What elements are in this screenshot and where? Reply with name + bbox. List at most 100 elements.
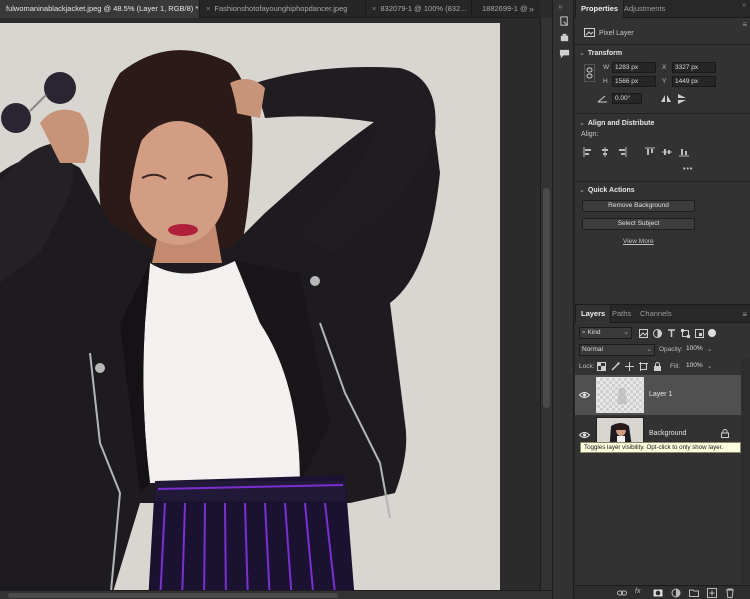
fill-label: Fill:	[670, 363, 681, 370]
angle-icon	[597, 94, 608, 103]
opacity-field[interactable]: 100%	[684, 344, 706, 356]
photo-woman-black-jacket	[0, 23, 500, 599]
lock-image-pixels-icon[interactable]	[611, 362, 620, 371]
tab-overflow-icon[interactable]: »	[529, 0, 534, 18]
layer-name[interactable]: Layer 1	[649, 391, 672, 398]
tab-close-icon[interactable]: ×	[206, 4, 210, 13]
scrollbar-thumb[interactable]	[8, 593, 338, 598]
panel-menu-icon[interactable]: ≡	[742, 310, 747, 319]
document-tab[interactable]: × 832079-1 @ 100% (832...	[366, 0, 472, 18]
flip-horizontal-icon[interactable]	[660, 94, 672, 103]
align-center-horizontal-icon[interactable]	[600, 147, 610, 157]
align-section-header[interactable]: ⌄ Align and Distribute	[579, 119, 654, 127]
pixel-layer-icon	[584, 28, 595, 37]
height-field[interactable]: 1566 px	[612, 76, 656, 87]
width-field[interactable]: 1283 px	[612, 62, 656, 73]
new-group-icon[interactable]	[689, 588, 699, 598]
document-tab[interactable]: 1882699-1 @	[472, 0, 528, 18]
quick-actions-section-header[interactable]: ⌄ Quick Actions	[579, 186, 635, 194]
filter-pixel-icon[interactable]	[638, 328, 648, 338]
filter-adjustment-icon[interactable]	[652, 328, 662, 338]
lock-all-icon[interactable]	[653, 362, 662, 371]
visibility-tooltip: Toggles layer visibility. Opt-click to o…	[580, 442, 741, 453]
lock-artboard-icon[interactable]	[639, 362, 648, 371]
y-field[interactable]: 1449 px	[672, 76, 716, 87]
link-layers-icon[interactable]	[617, 588, 627, 598]
link-proportions-icon[interactable]	[584, 64, 595, 82]
height-label: H	[603, 78, 608, 85]
layer-1-thumbnail	[596, 377, 644, 413]
fx-icon[interactable]: fx	[635, 588, 645, 598]
filter-type-icon[interactable]	[666, 328, 676, 338]
align-left-icon[interactable]	[583, 147, 593, 157]
select-subject-button[interactable]: Select Subject	[582, 218, 695, 230]
panel-menu-icon[interactable]: ≡	[742, 20, 747, 29]
layers-scrollbar[interactable]	[741, 359, 750, 584]
document-tab-bar: fulwomaninablackjacket.jpeg @ 48.5% (Lay…	[0, 0, 540, 18]
align-bottom-icon[interactable]	[679, 147, 689, 157]
layer-filter-select[interactable]: ⌕ Kind ⌄	[579, 327, 632, 339]
transform-section-header[interactable]: ⌄ Transform	[579, 49, 622, 57]
collapse-panels-icon[interactable]: »	[558, 2, 562, 11]
lock-position-icon[interactable]	[625, 362, 634, 371]
opacity-label: Opacity:	[659, 346, 683, 353]
filter-smart-object-icon[interactable]	[694, 328, 704, 338]
eye-visibility-icon[interactable]	[579, 390, 590, 399]
lock-label: Lock:	[579, 363, 595, 370]
properties-panel: Properties Adjustments » ≡ Pixel Layer ⌄…	[575, 0, 750, 304]
lock-transparency-icon[interactable]	[597, 362, 606, 371]
align-center-vertical-icon[interactable]	[662, 147, 672, 157]
filter-kind-value: Kind	[587, 329, 601, 336]
filter-toggle-icon[interactable]	[708, 329, 716, 337]
view-more-link[interactable]: View More	[623, 238, 654, 245]
tab-paths[interactable]: Paths	[607, 305, 636, 323]
layer-name[interactable]: Background	[649, 430, 686, 437]
adjustment-layer-icon[interactable]	[671, 588, 681, 598]
width-label: W	[603, 64, 610, 71]
fill-field[interactable]: 100%	[684, 361, 706, 373]
layer-row-layer-1[interactable]: Layer 1	[575, 375, 741, 415]
tab-adjustments[interactable]: Adjustments	[619, 0, 670, 18]
canvas-vertical-scrollbar[interactable]	[540, 18, 552, 590]
filter-shape-icon[interactable]	[680, 328, 690, 338]
align-top-icon[interactable]	[645, 147, 655, 157]
comments-icon[interactable]	[557, 46, 571, 60]
libraries-icon[interactable]	[557, 30, 571, 44]
tab-label: 832079-1 @ 100% (832...	[380, 4, 467, 13]
chevron-down-icon: ⌄	[623, 329, 629, 336]
tab-properties[interactable]: Properties	[575, 0, 625, 18]
scrollbar-thumb[interactable]	[543, 188, 550, 408]
history-icon[interactable]	[557, 14, 571, 28]
y-label: Y	[662, 78, 667, 85]
x-label: X	[662, 64, 667, 71]
document-tab-active[interactable]: fulwomaninablackjacket.jpeg @ 48.5% (Lay…	[0, 0, 200, 18]
remove-background-button[interactable]: Remove Background	[582, 200, 695, 212]
blend-mode-value: Normal	[582, 346, 603, 353]
tab-layers[interactable]: Layers	[575, 305, 612, 323]
flip-vertical-icon[interactable]	[677, 94, 687, 104]
delete-layer-icon[interactable]	[725, 588, 735, 598]
quick-actions-title: Quick Actions	[587, 187, 635, 194]
align-right-icon[interactable]	[617, 147, 627, 157]
tab-channels[interactable]: Channels	[635, 305, 677, 323]
x-field[interactable]: 3327 px	[672, 62, 716, 73]
new-layer-icon[interactable]	[707, 588, 717, 598]
properties-tab-bar: Properties Adjustments »	[575, 0, 750, 18]
blend-mode-select[interactable]: Normal ⌄	[579, 344, 655, 356]
canvas-area[interactable]	[0, 18, 540, 599]
layer-kind-label: Pixel Layer	[599, 30, 634, 37]
tab-close-icon[interactable]: ×	[372, 4, 376, 13]
chevron-down-icon[interactable]: ⌄	[707, 362, 712, 370]
document-tab[interactable]: × Fashionshotofayounghiphopdancer.jpeg	[200, 0, 366, 18]
layer-lock-icon[interactable]	[721, 429, 729, 438]
align-label: Align:	[581, 131, 599, 138]
add-mask-icon[interactable]	[653, 588, 663, 598]
document-canvas[interactable]	[0, 23, 500, 599]
transform-title: Transform	[587, 50, 623, 57]
panel-collapse-icon[interactable]: »	[742, 2, 746, 9]
canvas-horizontal-scrollbar[interactable]	[0, 590, 552, 599]
eye-visibility-icon[interactable]	[579, 430, 590, 439]
more-options-icon[interactable]: •••	[683, 166, 693, 173]
angle-field[interactable]: 0.00°	[612, 93, 642, 104]
chevron-down-icon[interactable]: ⌄	[707, 345, 712, 353]
